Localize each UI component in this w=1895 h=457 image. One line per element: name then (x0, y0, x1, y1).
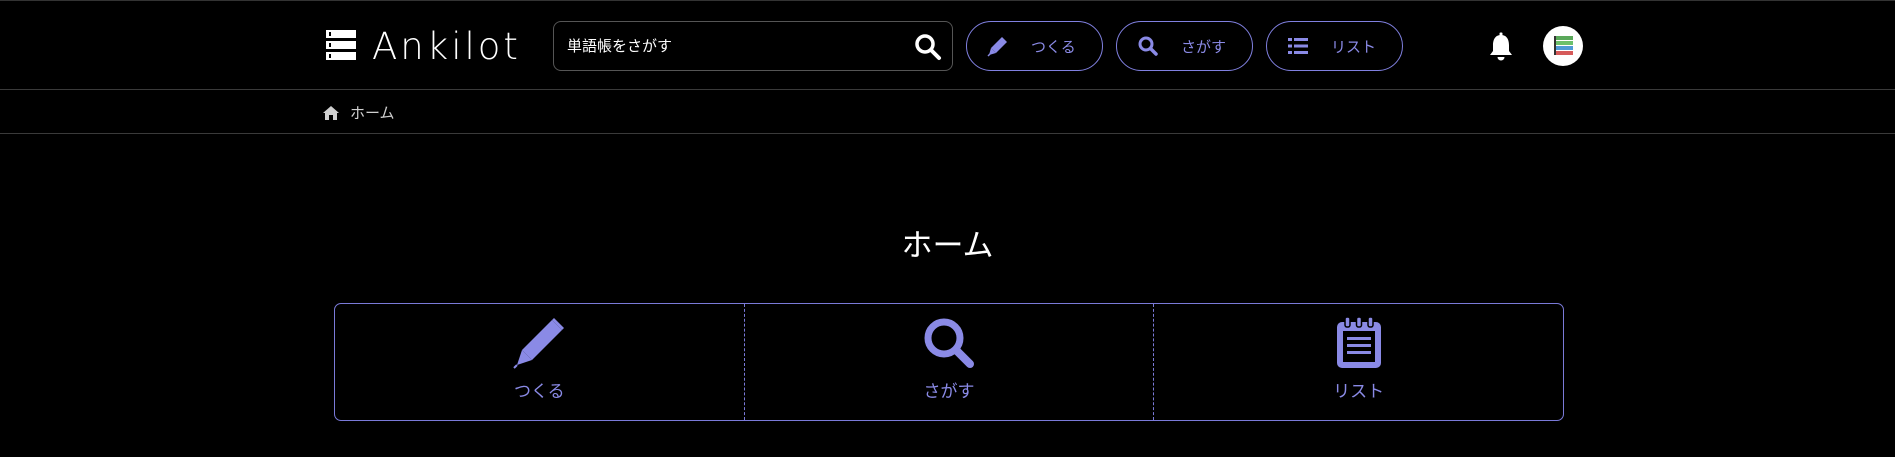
search-icon[interactable] (914, 33, 942, 61)
nav-list-label: リスト (1331, 37, 1377, 56)
logo-text: Ankilot (372, 24, 521, 68)
list-icon (1288, 38, 1308, 54)
search-icon (924, 318, 974, 368)
action-search[interactable]: さがす (743, 304, 1154, 420)
action-list-label: リスト (1333, 382, 1385, 402)
search-icon (1138, 36, 1158, 56)
action-list[interactable]: リスト (1153, 304, 1563, 420)
search-box (553, 21, 953, 71)
breadcrumb-bar: ホーム (0, 90, 1895, 134)
nav-search-button[interactable]: さがす (1116, 21, 1253, 71)
actions-panel: つくる さがす リスト (334, 303, 1564, 421)
nav-create-label: つくる (1031, 37, 1076, 56)
nav-search-label: さがす (1181, 37, 1227, 56)
pencil-icon (987, 37, 1007, 57)
book-stack-icon (326, 30, 356, 60)
nav-list-button[interactable]: リスト (1266, 21, 1403, 71)
breadcrumb[interactable]: ホーム (322, 102, 395, 123)
action-create[interactable]: つくる (335, 304, 744, 420)
bell-icon[interactable] (1488, 32, 1514, 62)
page-title: ホーム (901, 228, 994, 264)
top-header: Ankilot つくる さがす リスト (0, 0, 1895, 90)
home-icon (323, 105, 339, 120)
pencil-icon (513, 318, 565, 369)
action-search-label: さがす (923, 382, 975, 402)
action-create-label: つくる (514, 382, 565, 402)
search-input[interactable] (554, 36, 894, 56)
breadcrumb-home[interactable]: ホーム (350, 102, 395, 123)
notepad-icon (1336, 316, 1381, 368)
logo[interactable]: Ankilot (324, 24, 521, 68)
avatar-image (1554, 36, 1573, 55)
user-avatar[interactable] (1543, 26, 1583, 66)
nav-create-button[interactable]: つくる (966, 21, 1103, 71)
